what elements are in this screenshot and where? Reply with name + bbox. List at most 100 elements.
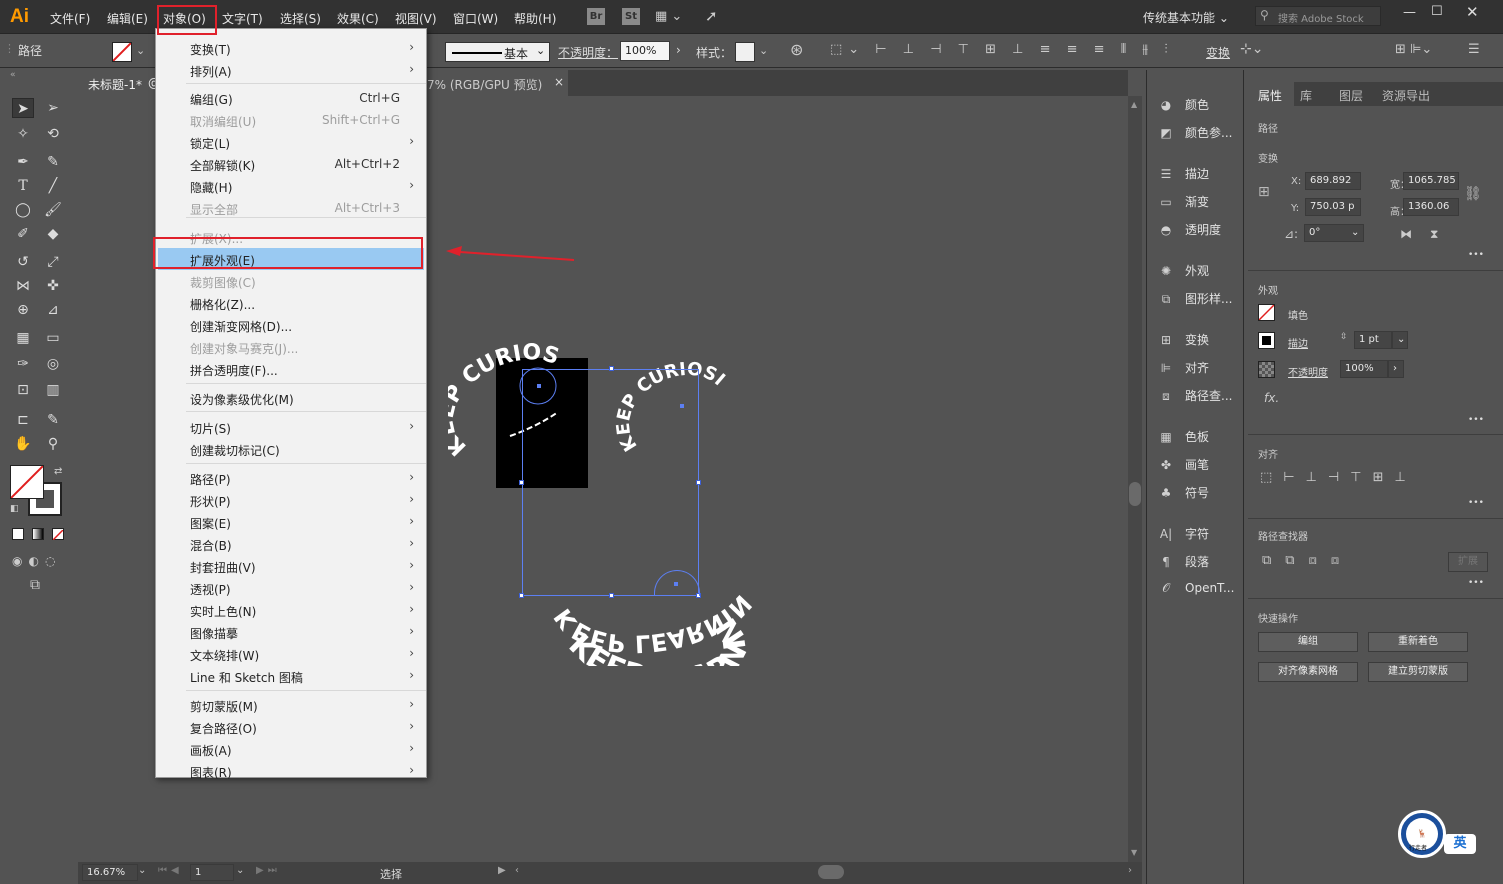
menu-item[interactable]: 文本绕排(W) › bbox=[156, 643, 426, 665]
menu-select[interactable]: 选择(S) bbox=[280, 10, 321, 27]
menu-item[interactable]: 创建裁切标记(C) bbox=[156, 438, 426, 460]
stroke-weight-dropdown[interactable]: ⌄ bbox=[1392, 331, 1408, 349]
menu-item[interactable]: 混合(B) › bbox=[156, 533, 426, 555]
style-swatch[interactable] bbox=[735, 42, 755, 62]
panel-gradient[interactable]: ▭ 渐变 bbox=[1157, 193, 1209, 210]
width-tool-icon[interactable]: ⋈ bbox=[12, 276, 34, 296]
shaper-tool-icon[interactable]: ✐ bbox=[12, 224, 34, 244]
menu-item[interactable]: 图像描摹 › bbox=[156, 621, 426, 643]
menu-item[interactable]: 全部解锁(K) Alt+Ctrl+2 bbox=[156, 153, 426, 175]
menu-window[interactable]: 窗口(W) bbox=[453, 10, 498, 27]
paintbrush-tool-icon[interactable]: 🖌 bbox=[42, 200, 64, 220]
menu-item[interactable]: 图表(R) › bbox=[156, 760, 426, 782]
panel-transform[interactable]: ⊞ 变换 bbox=[1157, 331, 1209, 348]
close-window-button[interactable]: ✕ bbox=[1466, 3, 1479, 21]
menu-item[interactable]: 设为像素级优化(M) bbox=[156, 387, 426, 409]
menu-item[interactable]: 图案(E) › bbox=[156, 511, 426, 533]
pathfinder-more-icon[interactable]: ••• bbox=[1468, 578, 1484, 588]
none-mode-icon[interactable] bbox=[52, 528, 64, 541]
zoom-field[interactable]: 16.67% bbox=[82, 864, 138, 881]
panel-transparency[interactable]: ◓ 透明度 bbox=[1157, 221, 1221, 238]
constrain-proportions-icon[interactable]: ⛓ bbox=[1464, 186, 1482, 202]
menu-item[interactable]: 栅格化(Z)... bbox=[156, 292, 426, 314]
width-field[interactable]: 1065.785 bbox=[1403, 172, 1459, 190]
stroke-profile-select[interactable]: 基本 ⌄ bbox=[445, 42, 550, 62]
expand-button[interactable]: 扩展 bbox=[1448, 552, 1488, 572]
panel-pathfinder[interactable]: ⧈ 路径查... bbox=[1157, 387, 1232, 404]
minimize-button[interactable]: — bbox=[1403, 5, 1416, 20]
opacity-arrow[interactable]: › bbox=[1388, 360, 1404, 378]
height-field[interactable]: 1360.06 bbox=[1403, 198, 1459, 216]
align-buttons-icon[interactable]: ⬚⊢⊥⊣⊤⊞⊥ bbox=[1260, 470, 1417, 485]
panel-swatches[interactable]: ▦ 色板 bbox=[1157, 428, 1209, 445]
chevron-down-icon[interactable]: ⌄ bbox=[138, 865, 146, 876]
artboard-nav-prev-icon[interactable]: ⏮◀ bbox=[158, 865, 183, 876]
panel-character[interactable]: A| 字符 bbox=[1157, 525, 1209, 542]
isolate-icon[interactable]: ⊹⌄ bbox=[1240, 41, 1263, 57]
workspace-switcher[interactable]: 传统基本功能 ⌄ bbox=[1143, 9, 1229, 26]
stroke-label[interactable]: 描边 bbox=[1288, 335, 1308, 350]
menu-item[interactable]: 编组(G) Ctrl+G bbox=[156, 87, 426, 109]
hscroll-thumb[interactable] bbox=[818, 865, 844, 879]
rotate-tool-icon[interactable]: ↺ bbox=[12, 252, 34, 272]
curvature-tool-icon[interactable]: ✎ bbox=[42, 152, 64, 172]
align-more-icon[interactable]: ••• bbox=[1468, 498, 1484, 508]
panel-color-guide[interactable]: ◩ 颜色参... bbox=[1157, 124, 1232, 141]
selection-tool-icon[interactable]: ➤ bbox=[12, 98, 34, 118]
menu-item[interactable]: 形状(P) › bbox=[156, 489, 426, 511]
ime-language-toggle[interactable]: 英 bbox=[1444, 834, 1476, 854]
shape-builder-tool-icon[interactable]: ⊕ bbox=[12, 300, 34, 320]
menu-item[interactable]: 剪切蒙版(M) › bbox=[156, 694, 426, 716]
draw-modes-icon[interactable]: ◉◐◌ bbox=[12, 554, 61, 568]
artboard-nav-next-icon[interactable]: ▶⏭ bbox=[256, 865, 281, 876]
puppet-warp-tool-icon[interactable]: ✜ bbox=[42, 276, 64, 296]
default-colors-icon[interactable]: ◧ bbox=[10, 504, 19, 514]
opacity-arrow-icon[interactable]: › bbox=[676, 43, 681, 57]
opacity-label[interactable]: 不透明度 bbox=[1288, 364, 1328, 379]
curved-text-3-mirror[interactable]: KEEP LEARNING bbox=[448, 589, 757, 666]
menu-item[interactable]: 切片(S) › bbox=[156, 416, 426, 438]
appearance-more-icon[interactable]: ••• bbox=[1468, 415, 1484, 425]
menu-item[interactable]: 拼合透明度(F)... bbox=[156, 358, 426, 380]
fill-none-icon[interactable] bbox=[1258, 304, 1275, 321]
line-tool-icon[interactable]: ╱ bbox=[42, 176, 64, 196]
scroll-right-icon[interactable]: › bbox=[1128, 865, 1132, 876]
selection-bounding-box[interactable] bbox=[522, 369, 699, 596]
menu-help[interactable]: 帮助(H) bbox=[514, 10, 556, 27]
recolor-button[interactable]: 重新着色 bbox=[1368, 632, 1468, 652]
scroll-up-icon[interactable]: ▲ bbox=[1131, 100, 1137, 109]
lasso-tool-icon[interactable]: ⟲ bbox=[42, 124, 64, 144]
panel-graphic-styles[interactable]: ⧉ 图形样... bbox=[1157, 290, 1233, 307]
panel-menu-icon[interactable]: ☰ bbox=[1468, 42, 1480, 57]
zoom-tool-icon[interactable]: ⚲ bbox=[42, 434, 64, 454]
menu-item[interactable]: 变换(T) › bbox=[156, 37, 426, 59]
chevron-down-icon[interactable]: ⌄ bbox=[236, 865, 244, 876]
panel-appearance[interactable]: ✺ 外观 bbox=[1157, 262, 1209, 279]
handle-right[interactable] bbox=[696, 480, 701, 485]
angle-field[interactable]: 0° ⌄ bbox=[1304, 224, 1364, 242]
panel-symbols[interactable]: ♣ 符号 bbox=[1157, 484, 1209, 501]
fill-swatch[interactable] bbox=[10, 465, 44, 499]
collapse-toolbox-icon[interactable]: « bbox=[10, 70, 16, 80]
blend-tool-icon[interactable]: ◎ bbox=[42, 354, 64, 374]
menu-item[interactable]: 隐藏(H) › bbox=[156, 175, 426, 197]
magic-wand-tool-icon[interactable]: ✧ bbox=[12, 124, 34, 144]
flip-vertical-icon[interactable]: ⧗ bbox=[1430, 227, 1438, 242]
chevron-down-icon[interactable]: ⌄ bbox=[759, 44, 768, 57]
scale-tool-icon[interactable]: ⤢ bbox=[42, 252, 64, 272]
pathfinder-shape-modes-icon[interactable]: ⧉⧉⧈⧈ bbox=[1262, 553, 1353, 568]
bridge-button[interactable]: Br bbox=[587, 8, 605, 25]
ime-avatar[interactable]: 🦌 行走者 bbox=[1398, 810, 1446, 858]
vertical-scrollbar[interactable]: ▲ ▼ bbox=[1128, 96, 1142, 862]
eraser-tool-icon[interactable]: ◆ bbox=[42, 224, 64, 244]
tab-layers[interactable]: 图层 bbox=[1339, 87, 1363, 104]
stroke-weight-field[interactable]: 1 pt bbox=[1354, 331, 1392, 349]
menu-file[interactable]: 文件(F) bbox=[50, 10, 90, 27]
y-field[interactable]: 750.03 p bbox=[1305, 198, 1361, 216]
stroke-stepper-icon[interactable]: ⇳ bbox=[1340, 332, 1348, 342]
panel-align[interactable]: ⊫ 对齐 bbox=[1157, 359, 1209, 376]
menu-type[interactable]: 文字(T) bbox=[222, 10, 263, 27]
status-arrow-icon[interactable]: ▶ bbox=[498, 865, 506, 876]
align-pixel-grid-button[interactable]: 对齐像素网格 bbox=[1258, 662, 1358, 682]
tab-properties[interactable]: 属性 bbox=[1248, 82, 1294, 106]
